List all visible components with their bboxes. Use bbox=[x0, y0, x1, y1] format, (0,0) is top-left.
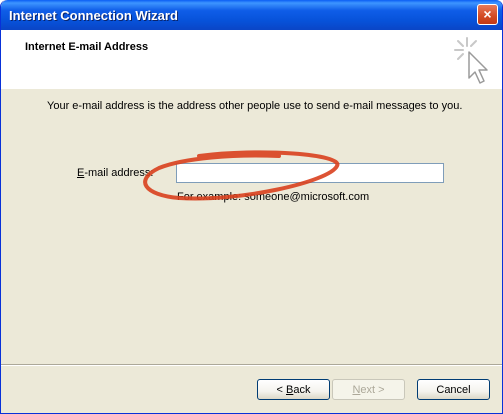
title-bar[interactable]: Internet Connection Wizard × bbox=[1, 0, 502, 30]
footer-separator bbox=[1, 364, 502, 366]
back-button[interactable]: < Back bbox=[257, 379, 330, 400]
close-button[interactable]: × bbox=[477, 4, 498, 25]
cancel-button[interactable]: Cancel bbox=[417, 379, 490, 400]
next-label: ext > bbox=[360, 383, 385, 396]
close-icon: × bbox=[483, 6, 492, 22]
email-label-text: -mail address: bbox=[84, 167, 154, 179]
intro-text: Your e-mail address is the address other… bbox=[47, 100, 463, 112]
next-button[interactable]: Next > bbox=[332, 379, 405, 400]
email-label: E-mail address: bbox=[77, 167, 153, 179]
example-text: For example: someone@microsoft.com bbox=[177, 191, 370, 203]
header-panel: Internet E-mail Address bbox=[1, 30, 502, 89]
wizard-window: Internet Connection Wizard × Internet E-… bbox=[0, 0, 503, 414]
back-label: ack bbox=[293, 383, 311, 396]
header-divider bbox=[1, 88, 502, 89]
window-title: Internet Connection Wizard bbox=[9, 8, 178, 23]
back-prefix: < bbox=[276, 383, 286, 396]
page-title: Internet E-mail Address bbox=[25, 41, 149, 53]
email-input[interactable] bbox=[176, 163, 444, 183]
wizard-sparkle-cursor-icon bbox=[454, 37, 488, 84]
